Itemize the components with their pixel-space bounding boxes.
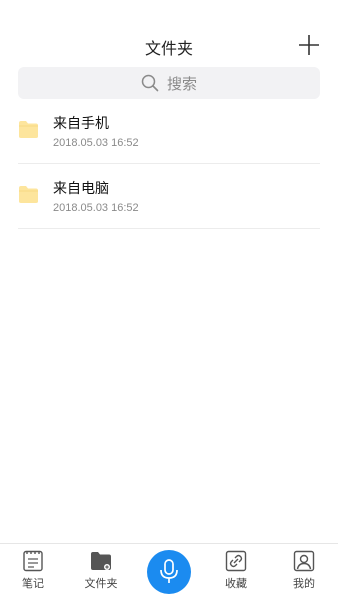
folder-row[interactable]: 来自电脑 2018.05.03 16:52: [18, 164, 320, 229]
link-icon: [225, 550, 247, 572]
profile-icon: [293, 550, 315, 572]
tab-notes[interactable]: 笔记: [5, 550, 61, 591]
notes-icon: [23, 550, 43, 572]
search-placeholder: 搜索: [166, 74, 197, 93]
folder-date: 2018.05.03 16:52: [53, 202, 139, 214]
folder-name: 来自电脑: [53, 181, 109, 197]
folder-list: 来自手机 2018.05.03 16:52 来自电脑 2018.05.03 16…: [18, 99, 320, 229]
folder-row[interactable]: 来自手机 2018.05.03 16:52: [18, 99, 320, 164]
folder-icon: [19, 186, 38, 203]
plus-icon[interactable]: [298, 34, 320, 56]
page-title: 文件夹: [144, 39, 193, 58]
search-icon: [141, 74, 159, 92]
folder-icon: [91, 552, 111, 570]
tab-mine-label: 我的: [293, 577, 315, 590]
tab-folder-label: 文件夹: [84, 577, 118, 590]
tab-favorites-label: 收藏: [225, 577, 247, 590]
folder-icon: [19, 121, 38, 138]
header: 文件夹: [0, 0, 338, 64]
microphone-icon: [160, 559, 178, 583]
folder-name: 来自手机: [53, 116, 109, 132]
voice-record-button[interactable]: [147, 550, 191, 594]
tab-favorites[interactable]: 收藏: [208, 550, 264, 591]
tab-notes-label: 笔记: [22, 577, 44, 590]
tab-mine[interactable]: 我的: [276, 550, 332, 591]
folder-date: 2018.05.03 16:52: [53, 137, 139, 149]
search-bar[interactable]: 搜索: [18, 67, 320, 99]
tab-folder[interactable]: 文件夹: [73, 550, 129, 591]
